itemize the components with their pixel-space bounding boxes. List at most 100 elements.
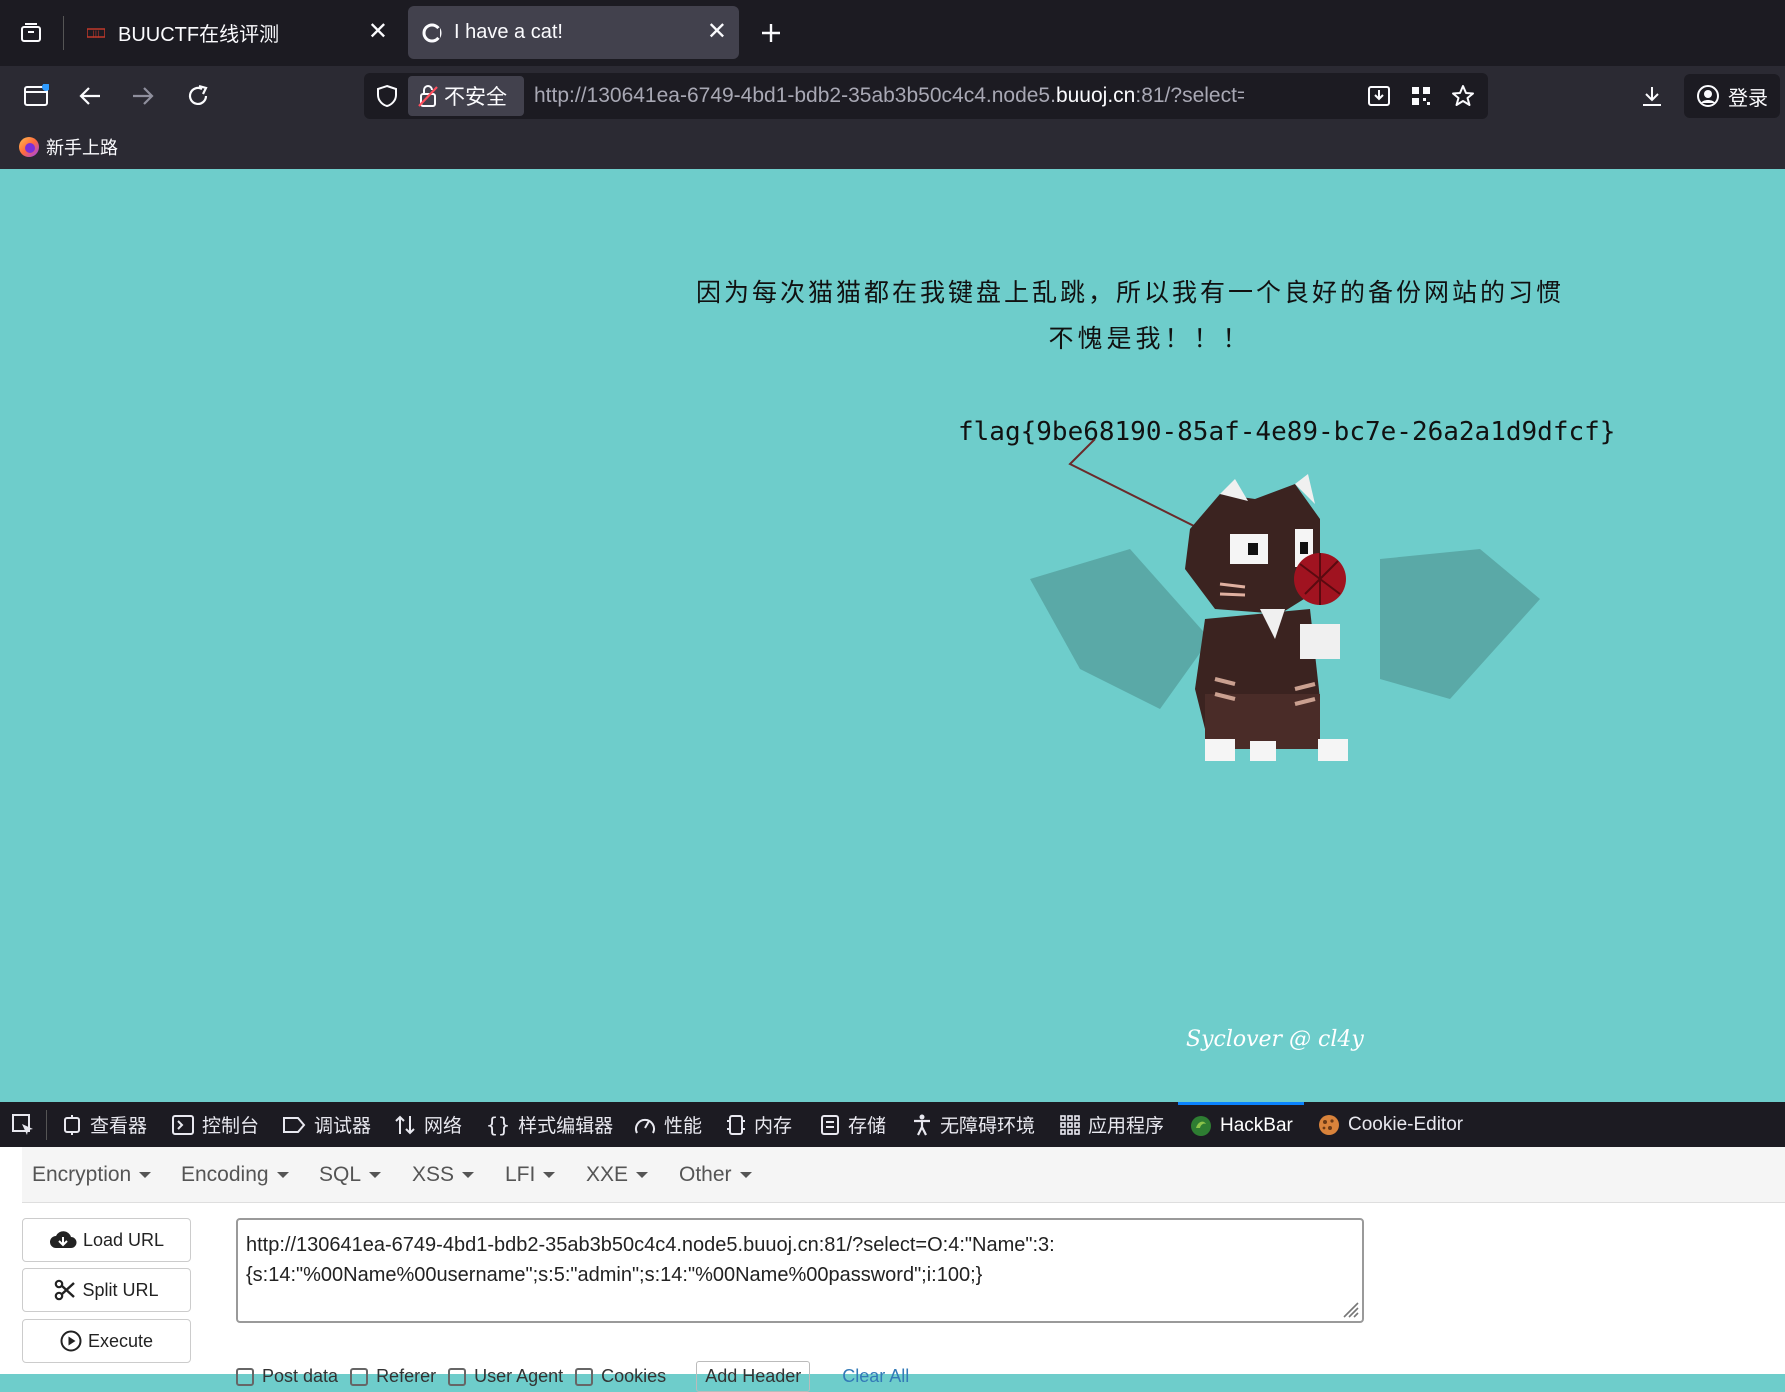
cookies-checkbox[interactable]: Cookies [575, 1366, 666, 1387]
downloads-button[interactable] [1630, 74, 1674, 118]
execute-button[interactable]: Execute [22, 1319, 191, 1363]
bookmark-star-button[interactable] [1448, 82, 1478, 110]
devtools-tab-label: 样式编辑器 [518, 1116, 614, 1137]
menu-label: Encoding [181, 1163, 269, 1186]
load-url-button[interactable]: Load URL [22, 1218, 191, 1262]
menu-label: XSS [412, 1163, 455, 1186]
button-label: Split URL [82, 1279, 159, 1300]
menu-sql[interactable]: SQL [319, 1163, 382, 1187]
site-security-button[interactable]: 不安全 [408, 76, 524, 116]
security-label: 不安全 [444, 86, 507, 109]
split-url-button[interactable]: Split URL [22, 1268, 191, 1312]
hackbar-menu-row: Encryption Encoding SQL XSS LFI XXE Othe… [22, 1147, 1785, 1203]
user-agent-checkbox[interactable]: User Agent [448, 1366, 563, 1387]
devtools-tab-label: 网络 [424, 1116, 463, 1137]
network-icon [395, 1115, 415, 1134]
post-data-checkbox[interactable]: Post data [236, 1366, 338, 1387]
account-icon [1697, 85, 1719, 107]
devtools-tab-performance[interactable]: 性能 [634, 1102, 702, 1147]
play-circle-icon [60, 1330, 82, 1352]
devtools-tab-application[interactable]: 应用程序 [1060, 1102, 1164, 1147]
checkbox-label: User Agent [474, 1366, 564, 1386]
devtools-tab-style-editor[interactable]: {} 样式编辑器 [486, 1102, 613, 1147]
tab-bar: ||| BUUCTF在线评测 ✕ I have a cat! ✕ [0, 0, 1785, 66]
back-arrow-icon [79, 87, 100, 105]
navigation-toolbar: 不安全 http://130641ea-6749-4bd1-bdb2-35ab3… [0, 66, 1785, 126]
caret-down-icon [369, 1172, 382, 1179]
application-icon [1060, 1114, 1080, 1135]
download-tray-icon [1368, 86, 1390, 106]
menu-lfi[interactable]: LFI [505, 1163, 556, 1187]
devtools-tab-label: 应用程序 [1088, 1116, 1165, 1137]
qr-code-button[interactable] [1406, 82, 1436, 110]
url-text[interactable]: http://130641ea-6749-4bd1-bdb2-35ab3b50c… [534, 73, 1244, 119]
menu-xxe[interactable]: XXE [586, 1163, 649, 1187]
devtools-tab-accessibility[interactable]: 无障碍环境 [912, 1102, 1035, 1147]
checkbox-box [350, 1368, 369, 1387]
download-icon [1643, 87, 1661, 106]
forward-button[interactable] [121, 74, 165, 118]
resize-handle-icon[interactable] [1340, 1299, 1360, 1319]
address-bar[interactable]: 不安全 http://130641ea-6749-4bd1-bdb2-35ab3… [364, 73, 1488, 119]
menu-label: XXE [586, 1163, 629, 1186]
devtools-tab-storage[interactable]: 存储 [820, 1102, 886, 1147]
close-tab-icon[interactable]: ✕ [707, 17, 727, 47]
close-tab-icon[interactable]: ✕ [368, 17, 388, 47]
devtools-tab-label: HackBar [1220, 1115, 1293, 1136]
new-tab-button[interactable] [752, 14, 790, 52]
checkbox-label: Cookies [601, 1366, 667, 1386]
debugger-icon [283, 1116, 306, 1133]
devtools-tab-debugger[interactable]: 调试器 [282, 1102, 371, 1147]
devtools-tab-console[interactable]: 控制台 [172, 1102, 259, 1147]
console-icon [172, 1114, 194, 1135]
back-button[interactable] [68, 74, 112, 118]
save-page-button[interactable] [1364, 82, 1394, 110]
referer-checkbox[interactable]: Referer [350, 1366, 436, 1387]
add-header-button[interactable]: Add Header [696, 1361, 811, 1392]
signature-text: Syclover @ cl4y [1186, 1027, 1364, 1052]
devtools-tab-label: 查看器 [90, 1116, 148, 1137]
button-label: Load URL [82, 1229, 165, 1250]
tab-buuctf[interactable]: ||| BUUCTF在线评测 ✕ [72, 6, 400, 59]
menu-other[interactable]: Other [679, 1163, 752, 1187]
devtools-tab-cookie-editor[interactable]: Cookie-Editor [1318, 1102, 1463, 1147]
web-page: 因为每次猫猫都在我键盘上乱跳，所以我有一个良好的备份网站的习惯 不愧是我！！！ … [0, 169, 1785, 1102]
tab-overview-button[interactable] [14, 16, 48, 50]
element-picker-button[interactable] [8, 1110, 38, 1140]
hackbar-url-textarea[interactable]: http://130641ea-6749-4bd1-bdb2-35ab3b50c… [236, 1218, 1364, 1323]
menu-xss[interactable]: XSS [412, 1163, 475, 1187]
bookmark-label: 新手上路 [46, 138, 118, 158]
forward-arrow-icon [133, 87, 154, 105]
devtools-tab-hackbar[interactable]: HackBar [1178, 1102, 1304, 1147]
devtools-toolbar: 查看器 控制台 调试器 网络 {} 样式编辑器 性能 内存 存储 无障碍环境 应… [0, 1102, 1785, 1147]
star-icon [1452, 85, 1474, 106]
url-prefix: http://130641ea-6749-4bd1-bdb2-35ab3b50c… [534, 84, 1056, 107]
qr-code-icon [1412, 87, 1430, 105]
devtools-tab-label: 调试器 [314, 1116, 372, 1137]
menu-encryption[interactable]: Encryption [32, 1163, 152, 1187]
sidebar-button[interactable] [14, 74, 58, 118]
devtools-tab-network[interactable]: 网络 [394, 1102, 462, 1147]
menu-encoding[interactable]: Encoding [181, 1163, 289, 1187]
checkbox-box [575, 1368, 594, 1387]
caret-down-icon [543, 1172, 556, 1179]
account-button[interactable]: 登录 [1684, 74, 1780, 118]
reload-button[interactable] [176, 74, 220, 118]
caret-down-icon [276, 1172, 289, 1179]
menu-label: Encryption [32, 1163, 132, 1186]
tab-i-have-a-cat[interactable]: I have a cat! ✕ [408, 6, 739, 59]
devtools-tab-inspector[interactable]: 查看器 [62, 1102, 147, 1147]
tab-overview-icon [21, 23, 41, 42]
devtools-tab-label: Cookie-Editor [1348, 1113, 1464, 1135]
checkbox-box [448, 1368, 467, 1387]
devtools-tab-memory[interactable]: 内存 [726, 1102, 792, 1147]
clear-all-link[interactable]: Clear All [842, 1366, 909, 1387]
tracking-protection-button[interactable] [372, 82, 402, 110]
inspector-icon [64, 1114, 80, 1135]
insecure-lock-icon [418, 85, 438, 107]
plus-icon [762, 24, 780, 42]
bookmark-item[interactable]: 新手上路 [18, 134, 118, 160]
menu-label: LFI [505, 1163, 536, 1186]
devtools-tab-label: 存储 [848, 1116, 887, 1137]
hackbar-options-row: Post data Referer User Agent Cookies Add… [236, 1361, 909, 1392]
